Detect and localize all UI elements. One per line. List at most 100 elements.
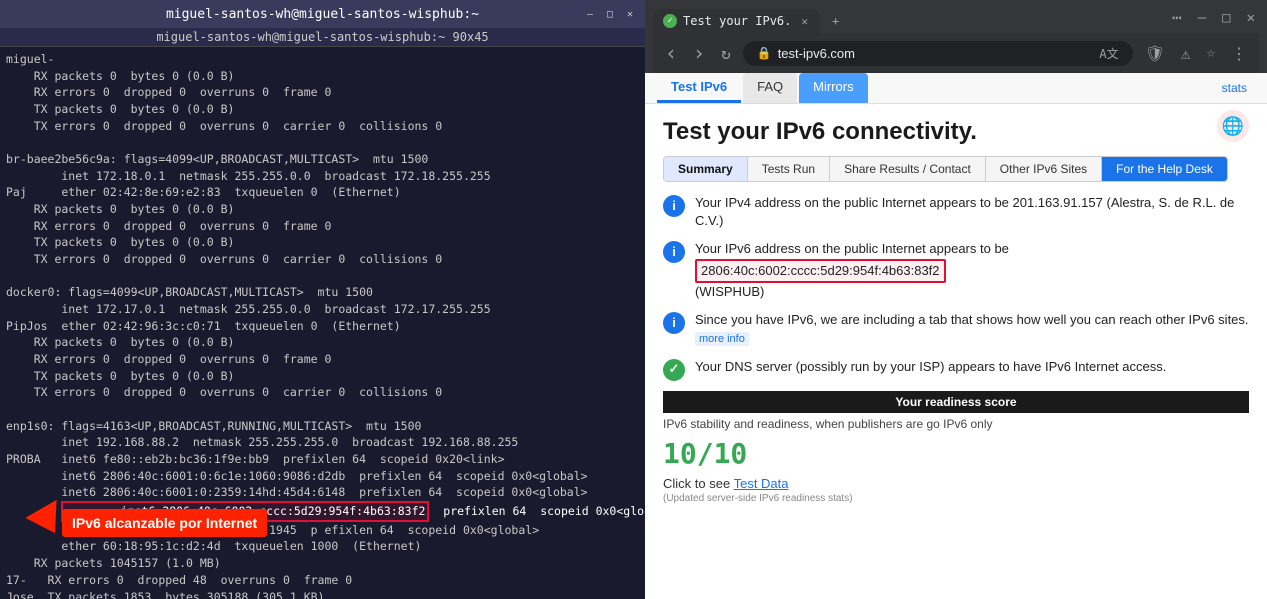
inner-tab-share-results[interactable]: Share Results / Contact	[830, 157, 986, 181]
terminal-line: PROBA inet6 fe80::eb2b:bc36:1f9e:bb9 pre…	[6, 451, 639, 468]
terminal-line: TX errors 0 dropped 0 overruns 0 carrier…	[6, 251, 639, 268]
click-test-data: Click to see Test Data	[663, 476, 1249, 491]
nav-stats-link[interactable]: stats	[1214, 75, 1255, 101]
readiness-description: IPv6 stability and readiness, when publi…	[663, 417, 1249, 431]
forward-button[interactable]: ›	[689, 39, 709, 67]
terminal-line: TX packets 0 bytes 0 (0.0 B)	[6, 368, 639, 385]
info-text-ipv4: Your IPv4 address on the public Internet…	[695, 194, 1249, 230]
terminal-window-controls[interactable]: – □ ✕	[583, 7, 637, 21]
info-icon-dns: ✓	[663, 359, 685, 381]
site-heading: Test your IPv6 connectivity.	[663, 118, 1249, 146]
terminal-line: inet 172.17.0.1 netmask 255.255.0.0 broa…	[6, 301, 639, 318]
info-row-dns: ✓ Your DNS server (possibly run by your …	[663, 358, 1249, 381]
more-options-icon[interactable]: ⋮	[1227, 42, 1251, 65]
terminal-line: TX errors 0 dropped 0 overruns 0 carrier…	[6, 118, 639, 135]
inner-tab-tests-run[interactable]: Tests Run	[748, 157, 830, 181]
inner-tab-other-ipv6[interactable]: Other IPv6 Sites	[986, 157, 1102, 181]
nav-tab-mirrors[interactable]: Mirrors	[799, 73, 867, 103]
inner-tab-summary[interactable]: Summary	[664, 157, 748, 181]
close-button[interactable]: ✕	[623, 7, 637, 21]
terminal-line: 17- RX errors 0 dropped 48 overruns 0 fr…	[6, 572, 639, 589]
terminal-line: TX errors 0 dropped 0 overruns 0 carrier…	[6, 384, 639, 401]
info-text-ipv6: Your IPv6 address on the public Internet…	[695, 240, 1009, 301]
terminal-line: inet 192.168.88.2 netmask 255.255.255.0 …	[6, 434, 639, 451]
terminal-line: RX errors 0 dropped 0 overruns 0 frame 0	[6, 351, 639, 368]
terminal-line: inet6 2806:40c:6001:0:2359:14hd:45d4:614…	[6, 484, 639, 501]
new-tab-button[interactable]: +	[822, 9, 849, 33]
address-lock-icon: 🔒	[757, 46, 772, 60]
info-text-dns: Your DNS server (possibly run by your IS…	[695, 358, 1166, 376]
inner-tabs: Summary Tests Run Share Results / Contac…	[663, 156, 1228, 182]
info-row-ipv6-tab: i Since you have IPv6, we are including …	[663, 311, 1249, 348]
terminal-line: docker0: flags=4099<UP,BROADCAST,MULTICA…	[6, 284, 639, 301]
terminal-line: TX packets 0 bytes 0 (0.0 B)	[6, 234, 639, 251]
terminal-pane: miguel-santos-wh@miguel-santos-wisphub:~…	[0, 0, 645, 599]
info-icon-ipv4: i	[663, 195, 685, 217]
updated-note: (Updated server-side IPv6 readiness stat…	[663, 493, 1249, 504]
terminal-line: inet6 2806:40C:6000:598C:2290:1945 p efi…	[6, 522, 639, 539]
terminal-line: miguel-	[6, 51, 639, 68]
browser-tabs: ✓ Test your IPv6. ✕ + ⋯ – □ ✕	[653, 6, 1259, 33]
score-display: 10/10	[663, 437, 1249, 470]
info-row-ipv6: i Your IPv6 address on the public Intern…	[663, 240, 1249, 301]
ipv6-address: 2806:40c:6002:cccc:5d29:954f:4b63:83f2	[695, 259, 946, 283]
browser-toolbar: ‹ › ↻ 🔒 test-ipv6.com A文 🛡 ⚠ ☆ ⋮	[653, 33, 1259, 73]
browser-tab-active[interactable]: ✓ Test your IPv6. ✕	[653, 9, 820, 33]
minimize-button[interactable]: –	[583, 7, 597, 21]
nav-tab-test-ipv6[interactable]: Test IPv6	[657, 73, 741, 103]
terminal-line: RX packets 0 bytes 0 (0.0 B)	[6, 201, 639, 218]
terminal-line: Paj ether 02:42:8e:69:e2:83 txqueuelen 0…	[6, 184, 639, 201]
terminal-line	[6, 268, 639, 285]
terminal-line: Jose TX packets 1853 bytes 305188 (305.1…	[6, 589, 639, 599]
tab-title: Test your IPv6.	[683, 14, 791, 28]
website-content: Test IPv6 FAQ Mirrors stats 🌐 Test your …	[645, 73, 1267, 599]
terminal-line: enp1s0: flags=4163<UP,BROADCAST,RUNNING,…	[6, 418, 639, 435]
address-bar[interactable]: 🔒 test-ipv6.com A文	[743, 41, 1133, 66]
test-data-link[interactable]: Test Data	[734, 476, 789, 491]
terminal-line	[6, 134, 639, 151]
terminal-subtitle: miguel-santos-wh@miguel-santos-wisphub:~…	[0, 28, 645, 47]
back-button[interactable]: ‹	[661, 39, 681, 67]
site-navigation: Test IPv6 FAQ Mirrors stats	[645, 73, 1267, 104]
terminal-line: RX errors 0 dropped 0 overruns 0 frame 0	[6, 84, 639, 101]
terminal-body: miguel- RX packets 0 bytes 0 (0.0 B) RX …	[0, 47, 645, 599]
terminal-line: PipJos ether 02:42:96:3c:c0:71 txqueuele…	[6, 318, 639, 335]
info-icon-ipv6-tab: i	[663, 312, 685, 334]
terminal-line	[6, 401, 639, 418]
maximize-button[interactable]: □	[603, 7, 617, 21]
terminal-titlebar: miguel-santos-wh@miguel-santos-wisphub:~…	[0, 0, 645, 28]
ipv6-highlighted-line: inet6 2806:40c:6002:cccc:5d29:954f:4b63:…	[6, 501, 639, 522]
terminal-line: br-baee2be56c9a: flags=4099<UP,BROADCAST…	[6, 151, 639, 168]
terminal-line: RX packets 0 bytes 0 (0.0 B)	[6, 334, 639, 351]
browser-pane: ✓ Test your IPv6. ✕ + ⋯ – □ ✕ ‹ › ↻ 🔒 te…	[645, 0, 1267, 599]
more-info-link[interactable]: more info	[695, 332, 749, 346]
close-browser-button[interactable]: ✕	[1243, 8, 1259, 28]
tab-favicon-icon: ✓	[663, 14, 677, 28]
terminal-line: TX packets 0 bytes 0 (0.0 B)	[6, 101, 639, 118]
minimize-browser-button[interactable]: –	[1194, 8, 1210, 28]
restore-browser-button[interactable]: □	[1218, 8, 1234, 28]
browser-chrome: ✓ Test your IPv6. ✕ + ⋯ – □ ✕ ‹ › ↻ 🔒 te…	[645, 0, 1267, 73]
translate-float-button[interactable]: 🌐	[1217, 110, 1249, 142]
translate-icon[interactable]: A文	[1099, 45, 1118, 62]
click-test-label: Click to see	[663, 476, 730, 491]
info-icon-ipv6: i	[663, 241, 685, 263]
site-body: 🌐 Test your IPv6 connectivity. Summary T…	[645, 104, 1267, 599]
tab-close-button[interactable]: ✕	[801, 15, 808, 28]
extensions-icon[interactable]: 🛡	[1141, 42, 1169, 65]
reload-button[interactable]: ↻	[717, 42, 735, 65]
profile-icon[interactable]: ⚠	[1177, 42, 1195, 65]
terminal-line: RX packets 0 bytes 0 (0.0 B)	[6, 68, 639, 85]
terminal-line: RX errors 0 dropped 0 overruns 0 frame 0	[6, 218, 639, 235]
browser-menu-icon[interactable]: ⋯	[1168, 6, 1186, 29]
info-text-ipv6-tab: Since you have IPv6, we are including a …	[695, 311, 1249, 348]
nav-tab-faq[interactable]: FAQ	[743, 73, 797, 103]
terminal-line: ether 60:18:95:1c:d2:4d txqueuelen 1000 …	[6, 538, 639, 555]
readiness-bar: Your readiness score	[663, 391, 1249, 413]
terminal-line: inet6 2806:40c:6001:0:6c1e:1060:9086:d2d…	[6, 468, 639, 485]
bookmark-icon[interactable]: ☆	[1203, 43, 1219, 63]
terminal-title: miguel-santos-wh@miguel-santos-wisphub:~	[166, 7, 479, 22]
inner-tab-help-desk[interactable]: For the Help Desk	[1102, 157, 1227, 181]
info-row-ipv4: i Your IPv4 address on the public Intern…	[663, 194, 1249, 230]
ipv6-address-highlight: inet6 2806:40c:6002:cccc:5d29:954f:4b63:…	[61, 501, 429, 522]
